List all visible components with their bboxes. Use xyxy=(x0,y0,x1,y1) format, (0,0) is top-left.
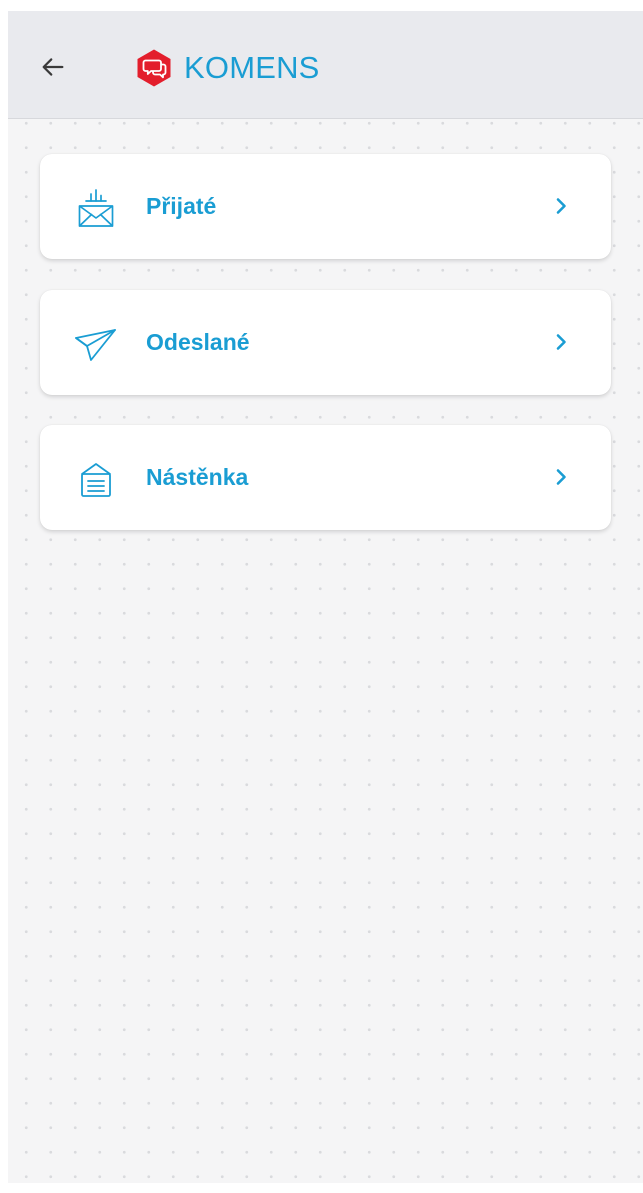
arrow-left-icon xyxy=(42,58,64,76)
app-screen: KOMENS Přijaté Odeslané Nástěnka xyxy=(8,11,643,1183)
menu-item-label: Odeslané xyxy=(146,329,250,355)
app-brand: KOMENS xyxy=(134,48,320,88)
app-title: KOMENS xyxy=(184,50,320,85)
menu-item-label: Přijaté xyxy=(146,193,217,219)
back-button[interactable] xyxy=(33,47,73,87)
chevron-right-icon xyxy=(549,465,573,489)
chevron-right-icon xyxy=(549,194,573,218)
menu-item-sent[interactable]: Odeslané xyxy=(40,290,611,395)
menu-item-received[interactable]: Přijaté xyxy=(40,154,611,259)
app-bar: KOMENS xyxy=(8,11,643,119)
komens-logo-icon xyxy=(137,49,171,87)
menu-item-label: Nástěnka xyxy=(146,464,249,490)
paper-plane-icon xyxy=(74,322,118,366)
inbox-envelope-icon xyxy=(74,186,118,230)
chevron-right-icon xyxy=(549,330,573,354)
notice-board-icon xyxy=(74,457,118,501)
menu-item-notice-board[interactable]: Nástěnka xyxy=(40,425,611,530)
